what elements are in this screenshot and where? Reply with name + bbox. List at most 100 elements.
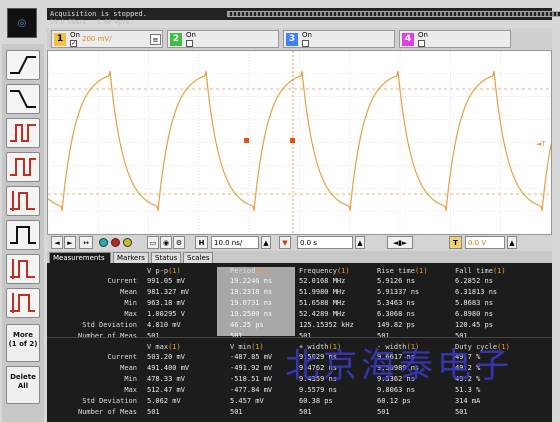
meas-cell: 6.31813 ns bbox=[455, 288, 498, 296]
tab-measurements[interactable]: Measurements bbox=[49, 252, 111, 263]
meas-cell: 52.4289 MHz bbox=[299, 310, 346, 318]
zoom-out-button[interactable]: ↔ bbox=[79, 236, 93, 249]
meas-row-label: Number of Meas bbox=[77, 408, 137, 416]
oscilloscope-app: ◎ Acquisition is stopped. 10.0 GSa/s · 1… bbox=[0, 0, 560, 422]
meas-cell: 51.6588 MHz bbox=[299, 299, 346, 307]
meas-row-label: Std Deviation bbox=[82, 321, 137, 329]
delay-marker-icon: ▼ bbox=[279, 236, 291, 249]
rise-time-trigger-button[interactable] bbox=[6, 186, 40, 216]
channel-4-checkbox[interactable] bbox=[418, 40, 425, 47]
channel-1-control[interactable]: 1 On ✓ 200 mV/ ≡ bbox=[51, 30, 163, 48]
tab-scales[interactable]: Scales bbox=[183, 252, 213, 263]
meas-bottom-header-2[interactable]: V min(1) bbox=[230, 343, 264, 351]
channel-2-on-label: On bbox=[186, 31, 196, 39]
channel-bar: 1 On ✓ 200 mV/ ≡ 2 On 3 On 4 On bbox=[47, 28, 552, 50]
channel-4-number: 4 bbox=[402, 33, 414, 46]
meas-top-header-1[interactable]: V p-p(1) bbox=[147, 267, 181, 275]
channel-1-checkbox[interactable]: ✓ bbox=[70, 40, 77, 47]
timeout-icon bbox=[10, 226, 36, 244]
print-icon[interactable]: ▭ bbox=[147, 236, 159, 249]
measurement-marker-2 bbox=[290, 138, 295, 143]
meas-cell: 501 bbox=[147, 332, 160, 340]
waveform-display[interactable]: ◄T bbox=[47, 50, 552, 235]
settings-icon[interactable]: ⚙ bbox=[173, 236, 185, 249]
pulse-trigger-button[interactable] bbox=[6, 118, 40, 148]
meas-cell: 6.3068 ns bbox=[377, 310, 415, 318]
trigger-spin-icon[interactable]: ▲ bbox=[507, 236, 517, 249]
menu-right-button[interactable]: ► bbox=[64, 236, 76, 249]
trigger-level-field[interactable]: 0.0 V bbox=[465, 236, 505, 249]
meas-cell: 503.20 mV bbox=[147, 353, 185, 361]
meas-cell: 9.8063 ns bbox=[377, 386, 415, 394]
acquisition-status-bar: Acquisition is stopped. 10.0 GSa/s · 1.0… bbox=[47, 8, 560, 26]
meas-cell: 501 bbox=[230, 332, 243, 340]
app-logo-icon: ◎ bbox=[7, 8, 37, 38]
waveform-graticule: ◄T bbox=[47, 50, 552, 235]
meas-cell: 501 bbox=[230, 408, 243, 416]
channel-4-control[interactable]: 4 On bbox=[399, 30, 511, 48]
meas-row-label: Current bbox=[107, 277, 137, 285]
trigger-level-marker: ◄T bbox=[536, 140, 546, 148]
falling-edge-trigger-button[interactable] bbox=[6, 84, 40, 114]
timebase-spin-icon[interactable]: ▲ bbox=[261, 236, 271, 249]
delay-field[interactable]: 0.0 s bbox=[297, 236, 353, 249]
meas-cell: 5.062 mV bbox=[147, 397, 181, 405]
channel-1-settings-icon[interactable]: ≡ bbox=[150, 34, 161, 45]
meas-cell: 60.38 ps bbox=[299, 397, 333, 405]
delay-spin-icon[interactable]: ▲ bbox=[355, 236, 365, 249]
more-button[interactable]: More (1 of 2) bbox=[6, 324, 40, 362]
channel-3-checkbox[interactable] bbox=[302, 40, 309, 47]
timebase-field[interactable]: 10.0 ns/ bbox=[211, 236, 259, 249]
setup-hold-trigger-button[interactable] bbox=[6, 254, 40, 284]
rising-edge-icon bbox=[10, 56, 36, 74]
pattern-trigger-button[interactable] bbox=[6, 152, 40, 182]
meas-row-label: Current bbox=[107, 353, 137, 361]
control-bar: ◄ ► ↔ ▭ ◉ ⚙ H 10.0 ns/ ▲ ▼ 0.0 s ▲ ◄▮► T… bbox=[47, 235, 552, 251]
memory-bar[interactable] bbox=[227, 11, 560, 17]
meas-cell: 501 bbox=[455, 408, 468, 416]
meas-cell: 120.45 ps bbox=[455, 321, 493, 329]
color-yellow-icon[interactable] bbox=[123, 238, 132, 247]
rising-edge-trigger-button[interactable] bbox=[6, 50, 40, 80]
channel-3-control[interactable]: 3 On bbox=[283, 30, 395, 48]
meas-cell: 19.2318 ns bbox=[230, 288, 273, 296]
more-sublabel: (1 of 2) bbox=[8, 340, 38, 348]
meas-top-header-5[interactable]: Fall time(1) bbox=[455, 267, 506, 275]
channel-2-control[interactable]: 2 On bbox=[167, 30, 279, 48]
color-red-icon[interactable] bbox=[111, 238, 120, 247]
delete-all-button[interactable]: Delete All bbox=[6, 366, 40, 404]
tab-markers[interactable]: Markers bbox=[113, 252, 149, 263]
meas-cell: 19.0731 ns bbox=[230, 299, 273, 307]
tab-status[interactable]: Status bbox=[151, 252, 181, 263]
measurement-marker-1 bbox=[244, 138, 249, 143]
meas-cell: 501 bbox=[299, 408, 312, 416]
meas-top-header-3[interactable]: Frequency(1) bbox=[299, 267, 350, 275]
meas-cell: 314 mA bbox=[455, 397, 481, 405]
channel-2-checkbox[interactable] bbox=[186, 40, 193, 47]
meas-top-header-4[interactable]: Rise time(1) bbox=[377, 267, 428, 275]
window-trigger-button[interactable] bbox=[6, 288, 40, 318]
meas-cell: 6.8980 ns bbox=[455, 310, 493, 318]
horizontal-label: H bbox=[195, 236, 208, 249]
meas-cell: 125.15352 kHz bbox=[299, 321, 354, 329]
menu-left-button[interactable]: ◄ bbox=[51, 236, 63, 249]
meas-cell: 991.05 mV bbox=[147, 277, 185, 285]
meas-cell: 1.00295 V bbox=[147, 310, 185, 318]
tab-bar: Measurements Markers Status Scales bbox=[47, 251, 552, 263]
meas-bottom-header-1[interactable]: V max(1) bbox=[147, 343, 181, 351]
delete-label: Delete bbox=[10, 373, 36, 381]
falling-edge-icon bbox=[10, 90, 36, 108]
channel-1-number: 1 bbox=[54, 33, 66, 46]
color-cyan-icon[interactable] bbox=[99, 238, 108, 247]
meas-row-label: Std Deviation bbox=[82, 397, 137, 405]
camera-icon[interactable]: ◉ bbox=[160, 236, 172, 249]
meas-row-label: Max bbox=[124, 386, 137, 394]
meas-top-header-2[interactable]: Period(1) bbox=[230, 267, 268, 275]
meas-cell: 52.0168 MHz bbox=[299, 277, 346, 285]
channel-1-scale[interactable]: 200 mV/ bbox=[82, 35, 112, 43]
meas-cell: 5.457 mV bbox=[230, 397, 264, 405]
meas-cell: 5.3463 ns bbox=[377, 299, 415, 307]
timeout-trigger-button[interactable] bbox=[6, 220, 40, 250]
window-icon bbox=[10, 293, 35, 313]
run-stop-buttons[interactable]: ◄▮► bbox=[387, 236, 413, 249]
